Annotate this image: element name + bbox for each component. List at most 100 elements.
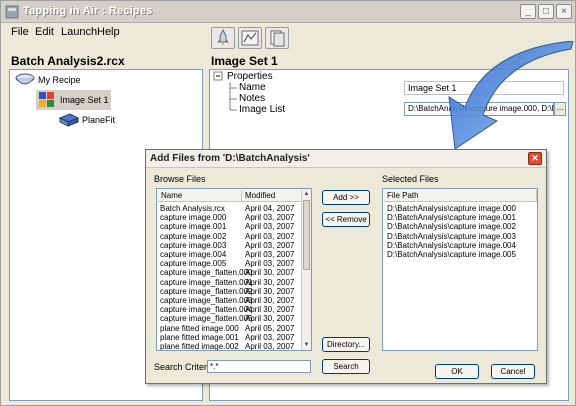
selected-file-row[interactable]: D:\BatchAnalysis\capture image.002 [387,222,516,231]
name-label: Name [239,82,266,93]
column-modified-header[interactable]: Modified [242,190,302,202]
file-name-cell: capture image_flatten.003 [160,296,253,305]
file-modified-cell: April 30, 2007 [245,296,295,305]
browse-file-row[interactable]: Batch Analysis.rcx April 04, 2007 [157,204,302,213]
file-name-cell: capture image_flatten.000 [160,268,253,278]
tree-node-planefit[interactable]: PlaneFit [58,112,115,128]
file-name-cell: capture image.000 [160,213,227,223]
browse-file-row[interactable]: capture image_flatten.003 April 30, 2007 [157,296,302,305]
dialog-title-bar: Add Files from 'D:\BatchAnalysis' ✕ [146,150,546,168]
add-files-dialog: Add Files from 'D:\BatchAnalysis' ✕ Brow… [145,149,547,384]
browse-file-row[interactable]: plane fitted image.000 April 05, 2007 [157,324,302,333]
browse-file-row[interactable]: capture image.001 April 03, 2007 [157,222,302,231]
browse-file-row[interactable]: capture image_flatten.000 April 30, 2007 [157,268,302,277]
scroll-down-icon[interactable]: ▼ [302,340,311,350]
document-toolbar-button[interactable] [265,27,289,49]
browse-file-row[interactable]: capture image.000 April 03, 2007 [157,213,302,222]
ellipsis-icon: … [556,103,564,112]
browse-file-row[interactable]: capture image.005 April 03, 2007 [157,259,302,268]
close-icon: × [561,6,567,17]
selected-file-row[interactable]: D:\BatchAnalysis\capture image.005 [387,250,516,259]
search-button[interactable]: Search [322,359,370,374]
main-window: Tapping in Air : Recipes _ □ × File Edit… [0,0,576,406]
browse-files-list[interactable]: Name Modified Batch Analysis.rcx April 04… [156,188,312,351]
file-modified-cell: April 03, 2007 [245,259,295,269]
selected-file-row[interactable]: D:\BatchAnalysis\capture image.001 [387,213,516,222]
column-name-header[interactable]: Name [158,190,242,202]
file-modified-cell: April 30, 2007 [245,305,295,315]
file-modified-cell: April 30, 2007 [245,286,295,296]
column-file-path-header[interactable]: File Path [384,190,537,202]
menu-file[interactable]: File [11,26,29,38]
name-field[interactable]: Image Set 1 [404,81,564,95]
tree-label-child: Image Set 1 [60,95,109,105]
maximize-icon: □ [542,6,550,17]
file-name-cell: plane fitted image.002 [160,342,239,351]
minimize-button[interactable]: _ [520,4,536,19]
file-modified-cell: April 03, 2007 [245,332,295,342]
file-name-cell: capture image_flatten.005 [160,314,253,324]
browse-file-row[interactable]: capture image_flatten.004 April 30, 2007 [157,305,302,314]
browse-file-row[interactable]: plane fitted image.001 April 03, 2007 [157,333,302,342]
browse-file-row[interactable]: capture image.002 April 03, 2007 [157,232,302,241]
recipe-bowl-icon [15,73,35,85]
browse-list-scrollbar[interactable]: ▲ ▼ [301,189,311,350]
file-modified-cell: April 03, 2007 [245,240,295,250]
launch-toolbar-button[interactable] [211,27,235,49]
tree-node-image-set[interactable]: Image Set 1 [36,90,111,110]
selected-file-row[interactable]: D:\BatchAnalysis\capture image.003 [387,232,516,241]
file-modified-cell: April 30, 2007 [245,314,295,324]
file-modified-cell: April 03, 2007 [245,213,295,223]
dialog-close-button[interactable]: ✕ [528,152,542,165]
file-modified-cell: April 03, 2007 [245,250,295,259]
remove-button[interactable]: << Remove [322,212,370,227]
window-title: Tapping in Air : Recipes [23,5,153,17]
browse-file-row[interactable]: capture image.003 April 03, 2007 [157,241,302,250]
search-criteria-input[interactable]: *.* [207,360,311,373]
file-name-cell: capture image.005 [160,259,227,269]
add-button[interactable]: Add >> [322,190,370,205]
file-name-cell: capture image.004 [160,250,227,259]
file-name-cell: capture image_flatten.002 [160,286,253,296]
image-list-browse-button[interactable]: … [554,102,566,116]
scroll-thumb[interactable] [303,200,310,270]
maximize-button[interactable]: □ [538,4,554,19]
recipe-file-heading: Batch Analysis2.rcx [11,54,125,68]
selected-files-list[interactable]: File Path D:\BatchAnalysis\capture image… [382,188,538,351]
browse-files-label: Browse Files [154,174,206,184]
browse-file-row[interactable]: capture image_flatten.005 April 30, 2007 [157,314,302,323]
scroll-up-icon[interactable]: ▲ [302,189,311,199]
close-window-button[interactable]: × [556,4,572,19]
file-name-cell: capture image.002 [160,231,227,241]
title-bar: Tapping in Air : Recipes _ □ × [1,1,575,23]
rocket-icon [217,28,229,46]
ok-button[interactable]: OK [435,364,479,379]
file-name-cell: Batch Analysis.rcx [160,204,225,213]
close-icon: ✕ [531,153,539,163]
menu-launch[interactable]: Launch [61,26,97,38]
properties-label: Properties [227,71,273,82]
tree-node-my-recipe[interactable]: My Recipe [14,72,81,88]
file-modified-cell: April 05, 2007 [245,323,295,333]
menu-edit[interactable]: Edit [35,26,54,38]
browse-file-row[interactable]: capture image_flatten.002 April 30, 2007 [157,287,302,296]
browse-file-row[interactable]: capture image_flatten.001 April 30, 2007 [157,278,302,287]
analysis-toolbar-button[interactable] [238,27,262,49]
file-name-cell: plane fitted image.000 [160,323,239,333]
document-icon [270,30,285,47]
cancel-button[interactable]: Cancel [491,364,535,379]
browse-file-row[interactable]: plane fitted image.002 April 03, 2007 [157,342,302,351]
browse-file-row[interactable]: capture image.004 April 03, 2007 [157,250,302,259]
selected-file-row[interactable]: D:\BatchAnalysis\capture image.000 [387,204,516,213]
menu-help[interactable]: Help [97,26,120,38]
selected-file-row[interactable]: D:\BatchAnalysis\capture image.004 [387,241,516,250]
file-name-cell: capture image_flatten.004 [160,305,253,315]
directory-button[interactable]: Directory... [322,337,370,352]
image-list-field[interactable]: D:\BatchAnalysis\capture image.000, D:\B… [404,102,554,116]
tree-label-root: My Recipe [38,75,81,85]
file-name-cell: capture image_flatten.001 [160,277,253,287]
image-set-icon [39,92,54,107]
planefit-icon [58,113,80,127]
notes-label: Notes [239,93,266,104]
tree-label-grandchild: PlaneFit [82,115,116,125]
